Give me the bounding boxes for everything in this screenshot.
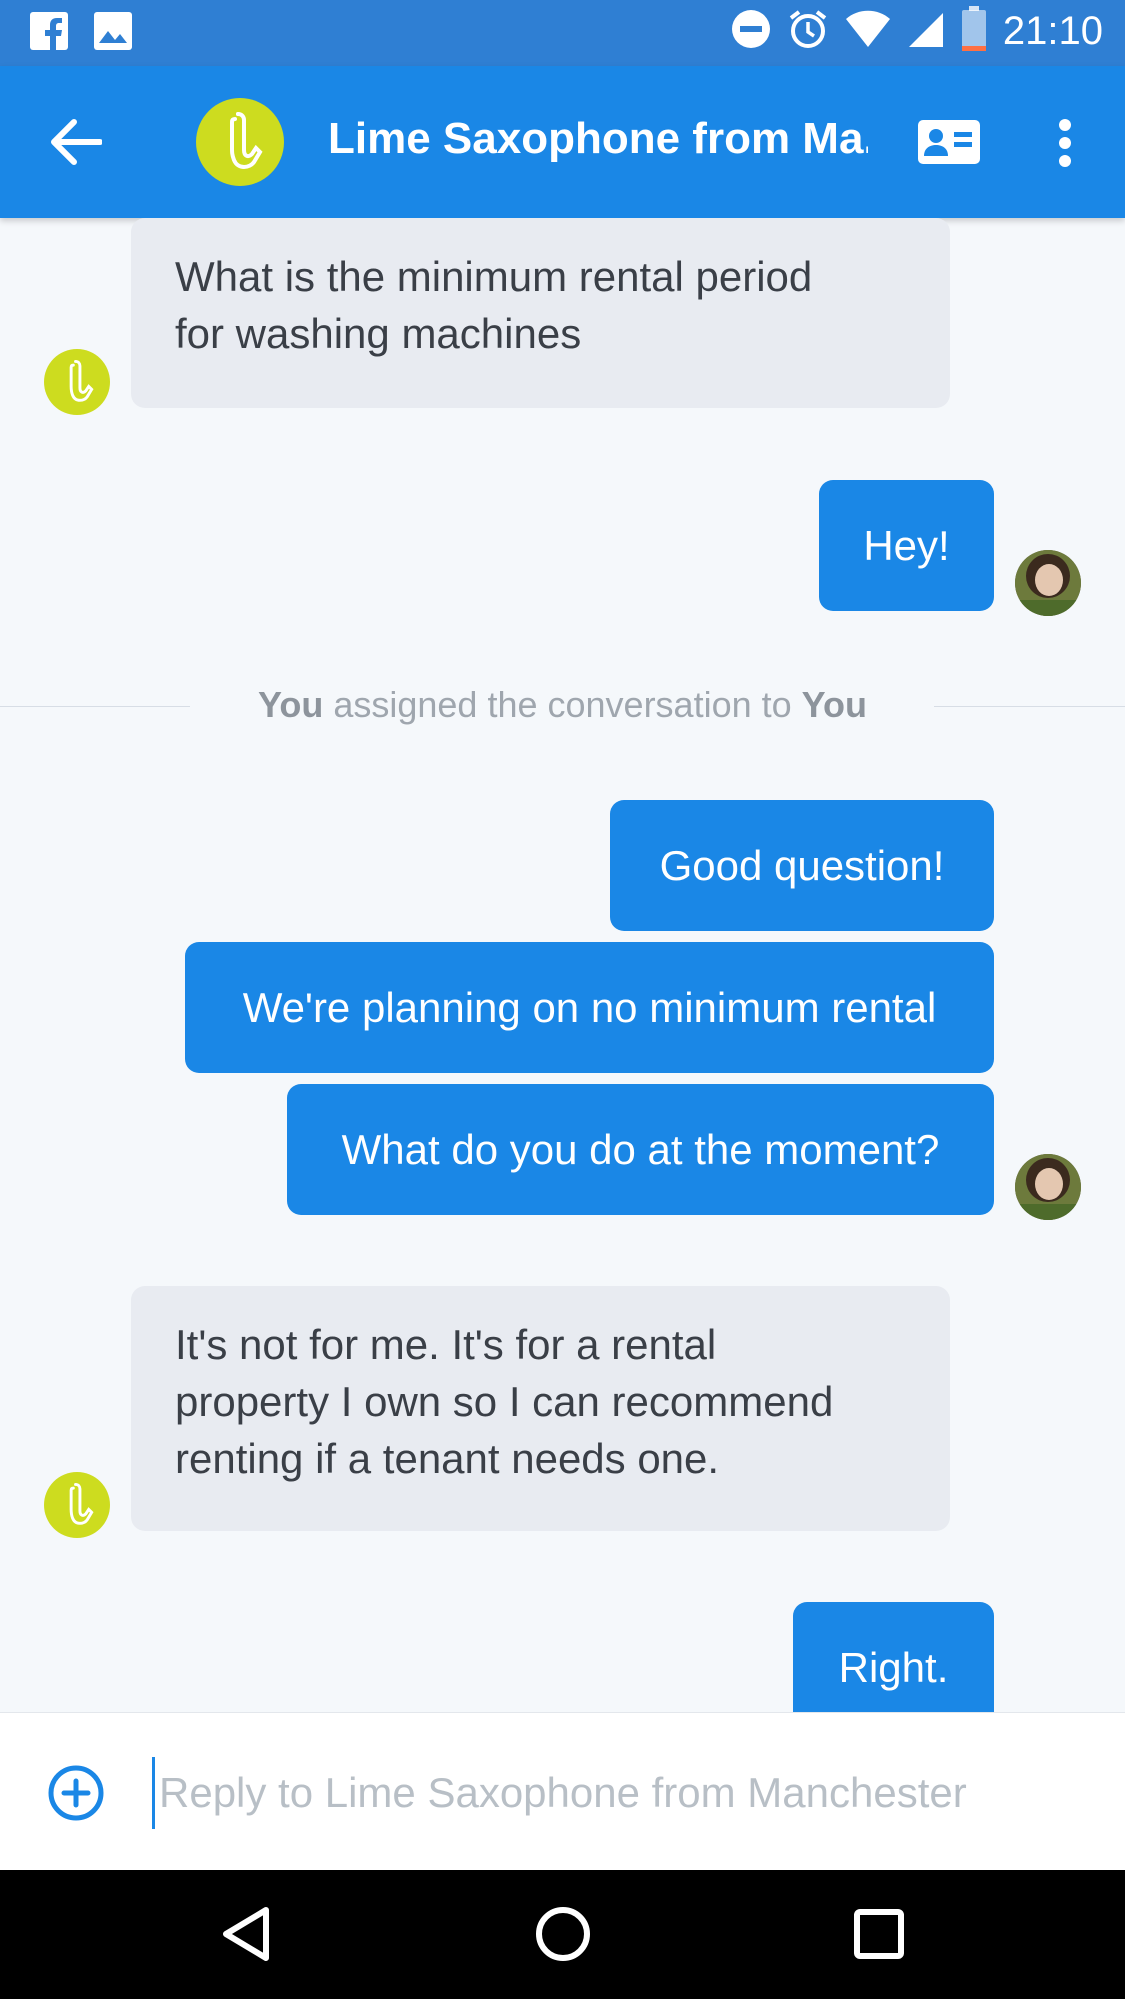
contact-card-icon: [918, 120, 980, 164]
contact-avatar[interactable]: [196, 98, 284, 186]
incoming-message: What is the minimum rental period for wa…: [131, 218, 950, 408]
nav-home-icon: [536, 1907, 590, 1961]
message-text: Right.: [838, 1644, 949, 1691]
signal-icon: [907, 9, 945, 54]
note-actor: You: [258, 684, 324, 725]
message-line: It's not for me. It's for a rental: [175, 1321, 717, 1368]
note-target: You: [801, 684, 867, 725]
more-vert-icon: [1059, 119, 1071, 167]
contact-card-button[interactable]: [918, 120, 980, 164]
message-text: Hey!: [863, 522, 950, 569]
image-icon: [94, 12, 132, 55]
saxophone-icon: [69, 1483, 94, 1525]
assignment-note: You assigned the conversation to You: [0, 684, 1125, 726]
wifi-icon: [845, 9, 891, 54]
incoming-message: It's not for me. It's for a rental prope…: [131, 1286, 950, 1531]
nav-recents-icon: [854, 1909, 904, 1959]
back-button[interactable]: [48, 118, 103, 166]
saxophone-icon: [69, 360, 94, 402]
reply-input[interactable]: [152, 1757, 1101, 1829]
composer: [0, 1712, 1125, 1871]
message-line: What is the minimum rental period: [175, 253, 813, 300]
outgoing-message: What do you do at the moment?: [287, 1084, 994, 1215]
outgoing-message: Right.: [793, 1602, 994, 1712]
alarm-icon: [787, 8, 829, 55]
app-bar: Lime Saxophone from Ma...: [0, 66, 1125, 218]
outgoing-message: Good question!: [610, 800, 994, 931]
arrow-back-icon: [51, 119, 103, 165]
outgoing-message: Hey!: [819, 480, 994, 611]
add-circle-icon: [48, 1765, 104, 1821]
status-bar: 21:10: [0, 0, 1125, 66]
user-avatar: [1015, 1154, 1081, 1220]
message-text: Good question!: [659, 842, 945, 889]
saxophone-icon: [230, 112, 263, 169]
nav-back-button[interactable]: [218, 1904, 274, 1969]
facebook-icon: [30, 12, 68, 55]
user-avatar: [1015, 550, 1081, 616]
message-line: for washing machines: [175, 310, 582, 357]
conversation-title: Lime Saxophone from Ma...: [328, 114, 868, 163]
message-text: We're planning on no minimum rental: [242, 984, 937, 1031]
battery-icon: [961, 6, 987, 57]
contact-avatar-small: [44, 349, 110, 415]
message-line: property I own so I can recommend: [175, 1378, 834, 1425]
status-time: 21:10: [1002, 9, 1103, 53]
nav-home-button[interactable]: [535, 1904, 591, 1969]
outgoing-message: We're planning on no minimum rental: [185, 942, 994, 1073]
message-line: renting if a tenant needs one.: [175, 1435, 720, 1482]
navigation-bar: [0, 1870, 1125, 1999]
message-text: What do you do at the moment?: [341, 1126, 940, 1173]
note-text: assigned the conversation to: [323, 684, 802, 725]
do-not-disturb-icon: [731, 9, 771, 54]
more-options-button[interactable]: [1050, 118, 1080, 168]
nav-recents-button[interactable]: [853, 1908, 905, 1965]
add-attachment-button[interactable]: [48, 1765, 104, 1821]
nav-back-icon: [223, 1907, 269, 1961]
contact-avatar-small: [44, 1472, 110, 1538]
message-list[interactable]: What is the minimum rental period for wa…: [0, 218, 1125, 1712]
